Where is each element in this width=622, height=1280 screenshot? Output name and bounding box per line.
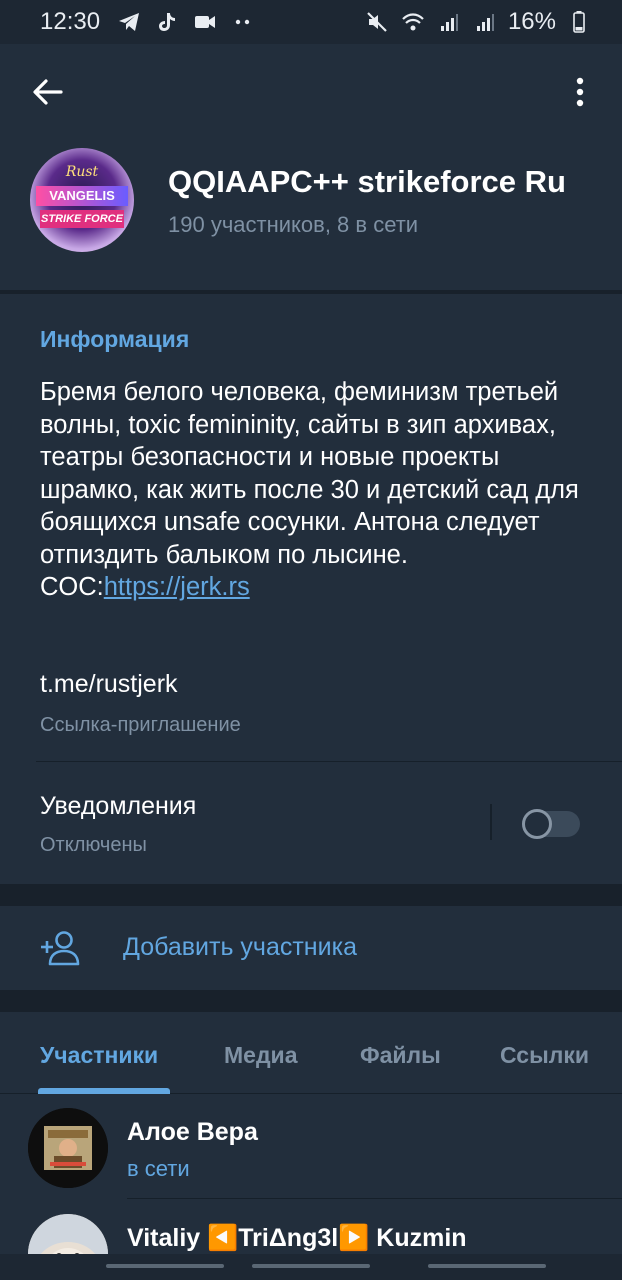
vertical-divider <box>490 804 492 840</box>
mute-icon <box>364 9 390 35</box>
system-nav-bar <box>0 1254 622 1280</box>
avatar-logo-line2: VANGELIS <box>36 186 128 206</box>
shared-content-tabs: Участники Медиа Файлы Ссылки <box>0 1012 622 1094</box>
member-status: в сети <box>127 1156 190 1181</box>
info-heading: Информация <box>40 326 190 352</box>
battery-icon <box>566 9 592 35</box>
tab-media[interactable]: Медиа <box>224 1042 297 1069</box>
avatar-logo-line1: Rust <box>65 164 99 180</box>
divider <box>127 1198 622 1199</box>
signal-icon <box>436 9 462 35</box>
battery-percent: 16% <box>507 8 556 35</box>
notifications-title[interactable]: Уведомления <box>40 792 196 821</box>
section-gap <box>0 884 622 906</box>
invite-link-label: Ссылка-приглашение <box>40 714 241 736</box>
notification-icons <box>116 9 256 35</box>
back-button[interactable] <box>26 70 70 114</box>
back-system-button[interactable] <box>428 1264 546 1268</box>
add-member-row[interactable]: Добавить участника <box>0 906 622 990</box>
status-bar: 12:30 16% <box>0 0 622 44</box>
telegram-icon <box>116 9 142 35</box>
info-section: Информация Бремя белого человека, фемини… <box>0 294 622 884</box>
member-row[interactable]: Алое Вера в сети <box>0 1094 622 1200</box>
wifi-icon <box>400 9 426 35</box>
description-text: Бремя белого человека, феминизм третьей … <box>40 378 579 569</box>
video-icon <box>192 9 218 35</box>
add-person-icon <box>41 931 80 966</box>
members-list: Алое Вера в сети Vitaliy ◀️TriΔng3l▶️ Ku… <box>0 1094 622 1280</box>
member-name: Vitaliy ◀️TriΔng3l▶️ Kuzmin <box>127 1224 467 1252</box>
more-options-button[interactable] <box>560 70 600 114</box>
member-name: Алое Вера <box>127 1118 258 1146</box>
group-avatar[interactable]: Rust VANGELIS STRIKE FORCE <box>30 148 134 252</box>
add-member-label: Добавить участника <box>123 933 357 961</box>
coc-link[interactable]: https://jerk.rs <box>104 573 250 601</box>
member-avatar <box>28 1108 108 1188</box>
tab-links[interactable]: Ссылки <box>500 1042 589 1069</box>
tab-members[interactable]: Участники <box>40 1042 158 1069</box>
invite-link[interactable]: t.me/rustjerk <box>40 670 178 699</box>
more-dots-icon <box>230 9 256 35</box>
home-button[interactable] <box>252 1264 370 1268</box>
recent-apps-button[interactable] <box>106 1264 224 1268</box>
avatar-logo-line3: STRIKE FORCE <box>40 210 124 228</box>
tab-files[interactable]: Файлы <box>360 1042 441 1069</box>
group-subtitle: 190 участников, 8 в сети <box>168 212 419 237</box>
coc-prefix: COC: <box>40 573 104 601</box>
status-time: 12:30 <box>40 8 101 35</box>
vertical-dots-icon <box>576 77 584 107</box>
notifications-status: Отключены <box>40 834 147 856</box>
signal-roaming-icon <box>472 9 498 35</box>
arrow-left-icon <box>33 79 63 105</box>
tiktok-icon <box>154 9 180 35</box>
chat-header: Rust VANGELIS STRIKE FORCE QQIAAPC++ str… <box>0 44 622 290</box>
toggle-knob <box>522 809 552 839</box>
group-description: Бремя белого человека, феминизм третьей … <box>40 376 600 604</box>
section-gap <box>0 990 622 1012</box>
group-title: QQIAAPC++ strikeforce Ru <box>168 164 566 199</box>
notifications-toggle[interactable] <box>522 809 580 839</box>
divider <box>36 761 622 762</box>
